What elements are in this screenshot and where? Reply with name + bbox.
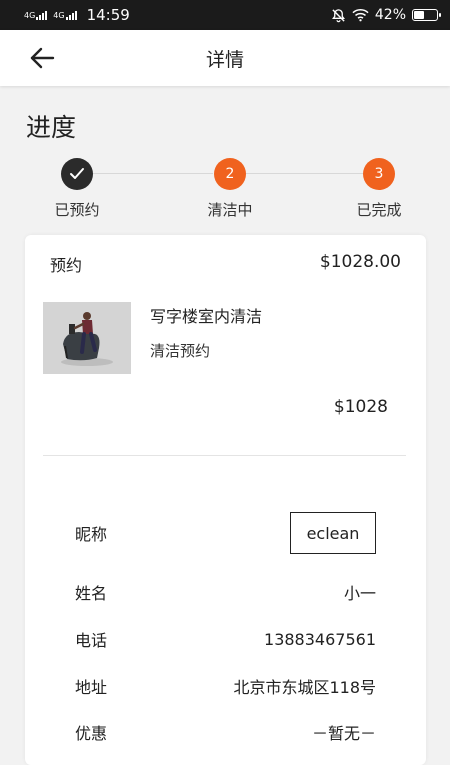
detail-row-address: 地址 北京市东城区118号 [75, 674, 376, 698]
step-booked: 已预约 [32, 158, 122, 220]
step-booked-label: 已预约 [54, 201, 100, 219]
detail-label: 电话 [75, 631, 108, 650]
step-cleaning: 2 清洁中 [185, 158, 275, 220]
step-cleaning-label: 清洁中 [207, 201, 253, 219]
app-bar: 详情 [0, 30, 450, 86]
detail-row-nickname: 昵称 eclean [75, 512, 376, 554]
product-image[interactable] [43, 302, 131, 374]
progress-stepper: 已预约 2 清洁中 3 已完成 [0, 158, 450, 220]
status-bar: 4G 4G 14:59 42% [0, 0, 450, 30]
status-bar-right: 42% [331, 7, 441, 23]
address-value: 北京市东城区118号 [233, 678, 376, 697]
step-cleaning-number: 2 [225, 166, 235, 182]
nickname-value: eclean [290, 512, 376, 554]
back-button[interactable] [26, 44, 58, 72]
progress-heading: 进度 [26, 113, 77, 142]
phone-value[interactable]: 13883467561 [264, 630, 376, 649]
detail-label: 姓名 [75, 584, 108, 603]
divider [43, 455, 406, 456]
product-subtitle: 清洁预约 [150, 342, 211, 360]
step-completed-label: 已完成 [356, 201, 402, 219]
step-completed-dot: 3 [363, 158, 395, 190]
clock: 14:59 [86, 6, 130, 24]
order-header: 预约 $1028.00 [50, 252, 401, 276]
step-cleaning-dot: 2 [214, 158, 246, 190]
step-booked-dot [61, 158, 93, 190]
wifi-icon [352, 9, 369, 22]
order-subtotal: $1028 [333, 397, 388, 417]
signal-icon-2: 4G [53, 10, 77, 20]
page-title: 详情 [205, 48, 244, 71]
step-completed: 3 已完成 [334, 158, 424, 220]
detail-label: 昵称 [75, 525, 108, 544]
detail-row-name: 姓名 小一 [75, 580, 376, 604]
arrow-left-icon [30, 47, 55, 69]
floor-scrubber-image [43, 302, 131, 374]
detail-row-phone: 电话 13883467561 [75, 627, 376, 651]
discount-value: －暂无－ [311, 724, 376, 743]
order-total: $1028.00 [319, 252, 401, 272]
step-completed-number: 3 [374, 166, 384, 182]
mute-icon [331, 8, 345, 22]
network-type-2: 4G [53, 10, 65, 20]
network-type: 4G [24, 10, 36, 20]
battery-icon [412, 9, 441, 21]
order-card: 预约 $1028.00 写字楼室内清洁 清洁预约 $1028 昵称 eclean… [25, 235, 426, 765]
status-bar-left: 4G 4G 14:59 [24, 6, 130, 24]
detail-value: 小一 [343, 584, 376, 603]
check-icon [70, 168, 84, 179]
battery-percent: 42% [374, 7, 406, 23]
signal-icon: 4G [24, 10, 48, 20]
product-name[interactable]: 写字楼室内清洁 [150, 303, 262, 327]
detail-row-discount: 优惠 －暂无－ [75, 720, 376, 744]
detail-label: 地址 [75, 678, 108, 697]
detail-label: 优惠 [75, 724, 108, 743]
order-type-label: 预约 [50, 256, 83, 275]
